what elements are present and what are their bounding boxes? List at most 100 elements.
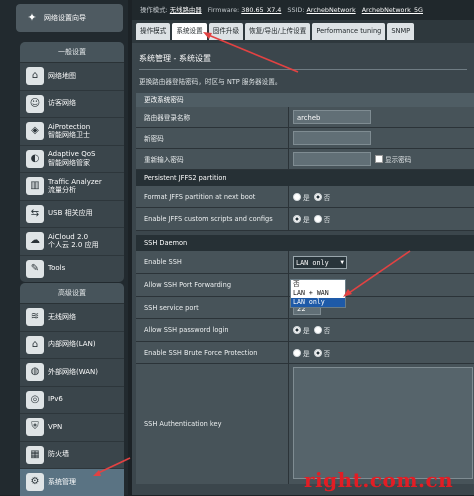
jffs-scripts-no-radio[interactable]	[313, 215, 322, 223]
magic-wand-icon: ✦	[27, 11, 37, 24]
sidebar-item-adaptive-qos[interactable]: ◐ Adaptive QoS 智能网络管家	[20, 146, 124, 173]
sidebar-item-firewall[interactable]: ▦ 防火墙	[20, 442, 124, 469]
tab-firmware-upgrade[interactable]: 固件升级	[208, 23, 244, 40]
ssh-option-no[interactable]: 否	[291, 280, 345, 289]
sidebar-item-sublabel: 流量分析	[48, 186, 76, 195]
ssid-2g[interactable]: ArchebNetwork	[307, 6, 356, 14]
sidebar-item-vpn[interactable]: ⛨ VPN	[20, 414, 124, 442]
ssh-forwarding-label: Allow SSH Port Forwarding	[136, 274, 289, 296]
ssh-auth-key-textarea[interactable]	[293, 367, 473, 479]
mode-value[interactable]: 无线路由器	[170, 6, 202, 14]
sidebar-item-aiprotection[interactable]: ◈ AiProtection 智能网络卫士	[20, 118, 124, 146]
enable-ssh-row: Enable SSH LAN only ▼	[136, 251, 474, 274]
enable-ssh-dropdown: 否 LAN + WAN LAN only	[290, 279, 346, 308]
status-bar: 操作模式: 无线路由器 Firmware: 380.65_X7.4 SSID: …	[132, 0, 474, 20]
sidebar-item-aicloud[interactable]: ☁ AiCloud 2.0 个人云 2.0 应用	[20, 228, 124, 256]
ssh-password-login-yes-radio[interactable]	[293, 326, 301, 334]
ipv6-icon: ◎	[26, 390, 44, 409]
general-menu: 一般设置 ⌂ 网络地图 ☺ 访客网络 ◈ AiProtection 智能网络卫士 …	[20, 42, 124, 282]
tab-bar: 操作模式 系统设置 固件升级 恢复/导出/上传设置 Performance tu…	[132, 20, 474, 43]
tab-restore-save-upload[interactable]: 恢复/导出/上传设置	[245, 23, 311, 40]
sidebar-item-label: AiCloud 2.0	[48, 232, 89, 241]
sidebar-item-ipv6[interactable]: ◎ IPv6	[20, 387, 124, 414]
sidebar-item-label: 系统管理	[48, 477, 76, 486]
sidebar-item-label: 外部网络(WAN)	[48, 367, 99, 376]
ssh-password-login-label: Allow SSH password login	[136, 319, 289, 341]
firmware-value[interactable]: 380.65_X7.4	[241, 6, 281, 14]
sidebar-item-tools[interactable]: ✎ Tools	[20, 256, 124, 283]
tab-snmp[interactable]: SNMP	[387, 23, 415, 40]
title-divider	[139, 69, 467, 70]
cloud-icon: ☁	[26, 232, 44, 251]
sidebar-item-administration[interactable]: ⚙ 系统管理	[20, 469, 124, 496]
shield-icon: ◈	[26, 122, 44, 141]
no-label: 否	[323, 216, 331, 224]
firmware-label: Firmware:	[207, 6, 240, 14]
sidebar-item-label: 内部网络(LAN)	[48, 340, 96, 349]
page-description: 更换路由器登陆密码，时区与 NTP 服务器设置。	[139, 78, 282, 86]
jffs-format-row: Format JFFS partition at next boot 是 否	[136, 186, 474, 208]
sidebar-item-wan[interactable]: ◍ 外部网络(WAN)	[20, 359, 124, 387]
firewall-icon: ▦	[26, 445, 44, 464]
sidebar-item-label: IPv6	[48, 395, 63, 404]
sidebar-item-wireless[interactable]: ≋ 无线网络	[20, 304, 124, 332]
home-icon: ⌂	[26, 335, 44, 354]
ssh-option-lan-wan[interactable]: LAN + WAN	[291, 289, 345, 298]
no-label: 否	[323, 349, 331, 358]
tab-operation-mode[interactable]: 操作模式	[136, 23, 171, 40]
confirm-password-row: 重新输入密码 显示密码	[136, 149, 474, 170]
sidebar-item-network-map[interactable]: ⌂ 网络地图	[20, 63, 124, 91]
wifi-icon: ≋	[26, 308, 44, 327]
ssh-password-login-row: Allow SSH password login 是 否	[136, 319, 474, 342]
yes-label: 是	[303, 193, 310, 202]
confirm-password-input[interactable]	[293, 152, 371, 166]
username-row: 路由器登录名称 archeb	[136, 107, 474, 128]
sidebar-item-label: 访客网络	[48, 99, 76, 108]
jffs-format-yes-radio[interactable]	[293, 192, 301, 201]
chart-icon: ▥	[26, 177, 44, 196]
ssid-5g[interactable]: ArchebNetwork_5G	[362, 6, 423, 14]
general-title: 一般设置	[20, 42, 124, 63]
sidebar-item-guest-network[interactable]: ☺ 访客网络	[20, 91, 124, 118]
tab-system[interactable]: 系统设置	[172, 23, 207, 40]
watermark: right.com.cn	[304, 468, 454, 492]
jffs-scripts-yes-radio[interactable]	[293, 215, 301, 223]
no-label: 否	[323, 327, 331, 335]
jffs-format-no-radio[interactable]	[313, 192, 322, 201]
new-password-input[interactable]	[293, 131, 371, 145]
username-input[interactable]: archeb	[293, 110, 371, 124]
username-label: 路由器登录名称	[136, 107, 289, 127]
ssh-brute-force-row: Enable SSH Brute Force Protection 是 否	[136, 342, 474, 364]
show-password-checkbox[interactable]	[375, 155, 383, 163]
advanced-title: 高级设置	[20, 283, 124, 304]
ssh-auth-key-label: SSH Authentication key	[136, 364, 289, 484]
ssh-option-lan-only[interactable]: LAN only	[291, 298, 345, 307]
ssh-brute-force-no-radio[interactable]	[313, 348, 322, 357]
yes-label: 是	[303, 349, 310, 358]
sidebar-item-label: 无线网络	[48, 312, 76, 321]
ssh-brute-force-yes-radio[interactable]	[293, 348, 301, 357]
network-map-icon: ⌂	[26, 67, 44, 86]
ssh-brute-force-label: Enable SSH Brute Force Protection	[136, 342, 289, 363]
guest-network-icon: ☺	[26, 94, 44, 113]
show-password-toggle[interactable]: 显示密码	[375, 154, 411, 164]
tab-performance-tuning[interactable]: Performance tuning	[312, 23, 386, 40]
enable-ssh-label: Enable SSH	[136, 251, 289, 273]
new-password-row: 新密码	[136, 128, 474, 149]
quick-setup-button[interactable]: ✦ 网络设置向导	[16, 4, 123, 32]
sidebar-item-sublabel: 智能网络管家	[48, 158, 90, 167]
ssh-password-login-no-radio[interactable]	[313, 326, 322, 334]
sidebar-item-sublabel: 个人云 2.0 应用	[48, 241, 99, 250]
yes-label: 是	[303, 327, 310, 335]
enable-ssh-select[interactable]: LAN only ▼	[293, 255, 347, 269]
sidebar-item-lan[interactable]: ⌂ 内部网络(LAN)	[20, 332, 124, 359]
sidebar-item-sublabel: 智能网络卫士	[48, 131, 90, 140]
jffs-scripts-row: Enable JFFS custom scripts and configs 是…	[136, 208, 474, 231]
yes-label: 是	[303, 216, 310, 224]
sidebar-item-label: Traffic Analyzer	[48, 177, 102, 186]
admin-icon: ⚙	[26, 473, 44, 492]
sidebar-item-usb[interactable]: ⇆ USB 相关应用	[20, 201, 124, 228]
chevron-down-icon: ▼	[340, 258, 344, 266]
sidebar-item-traffic-analyzer[interactable]: ▥ Traffic Analyzer 流量分析	[20, 173, 124, 201]
vpn-icon: ⛨	[26, 418, 44, 437]
